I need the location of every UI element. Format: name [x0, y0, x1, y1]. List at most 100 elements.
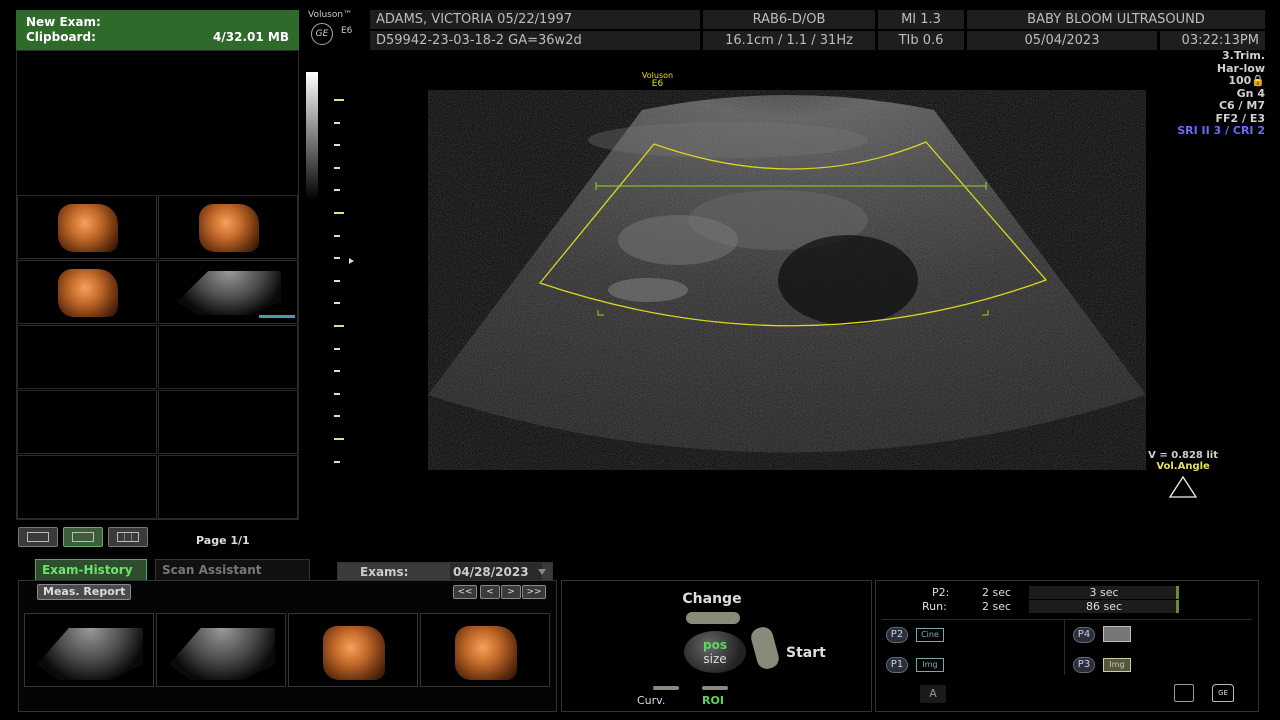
- page-indicator: Page 1/1: [196, 534, 250, 547]
- p4-badge: P4: [1073, 627, 1095, 643]
- depth-tick: [334, 370, 340, 373]
- patient-name: ADAMS, VICTORIA 05/22/1997: [370, 10, 700, 29]
- depth-tick: [334, 212, 344, 214]
- depth-info: 16.1cm / 1.1 / 31Hz: [703, 31, 875, 50]
- p2-cine-button[interactable]: Cine: [916, 628, 944, 642]
- curv-label: Curv.: [637, 694, 666, 707]
- printer-icon[interactable]: [1103, 626, 1131, 642]
- curv-key[interactable]: [653, 686, 679, 690]
- vol-angle-icon: [1168, 475, 1198, 498]
- clipboard-empty-slot: [158, 390, 298, 454]
- depth-tick: [334, 279, 340, 282]
- image-brand-label: Voluson E6: [630, 71, 685, 89]
- exam-time: 03:22:13PM: [1160, 31, 1265, 50]
- clipboard-empty-slot: [17, 455, 157, 519]
- exams-dropdown[interactable]: Exams: 04/28/2023: [337, 562, 553, 582]
- run-total: 86 sec: [1085, 600, 1123, 613]
- roi-label: ROI: [702, 694, 724, 707]
- amniotic-fluid: [778, 235, 918, 325]
- last-page-button[interactable]: >>: [522, 585, 546, 599]
- history-thumb[interactable]: [420, 613, 550, 687]
- history-thumb[interactable]: [24, 613, 154, 687]
- phone-icon[interactable]: GE: [1212, 684, 1234, 702]
- mi-index: MI 1.3: [878, 10, 964, 29]
- tib-index: TIb 0.6: [878, 31, 964, 50]
- history-thumb[interactable]: [156, 613, 286, 687]
- clipboard-thumb[interactable]: [17, 195, 157, 259]
- ultrasound-screen: New Exam: Clipboard: 4/32.01 MB Page 1/1…: [0, 0, 1280, 720]
- depth-tick: [334, 234, 340, 237]
- clipboard-empty-slot: [17, 390, 157, 454]
- change-label: Change: [682, 591, 742, 607]
- roi-key[interactable]: [702, 686, 728, 690]
- run-label: Run:: [922, 600, 947, 613]
- volume-info: V = 0.828 lit Vol.Angle: [1148, 450, 1218, 502]
- depth-tick: [334, 121, 340, 124]
- change-key[interactable]: [686, 612, 740, 624]
- p3-badge: P3: [1073, 657, 1095, 673]
- depth-tick: [334, 347, 340, 350]
- depth-tick: [334, 415, 340, 418]
- clipboard-thumb[interactable]: [158, 195, 298, 259]
- p2-time: 2 sec: [982, 586, 1012, 599]
- grayscale-bar: [306, 72, 318, 200]
- next-page-button[interactable]: >: [501, 585, 521, 599]
- volume-angle-label: Vol.Angle: [1156, 461, 1210, 472]
- depth-tick: [334, 460, 340, 463]
- start-label: Start: [786, 645, 826, 661]
- p2-total: 3 sec: [1089, 586, 1119, 599]
- meas-report-button[interactable]: Meas. Report: [37, 584, 132, 600]
- network-icon[interactable]: [1174, 684, 1194, 702]
- tab-exam-history[interactable]: Exam-History: [35, 559, 147, 581]
- exams-label: Exams:: [360, 565, 409, 579]
- logo-model: E6: [341, 26, 353, 36]
- touch-control-panel: Change pos size Start Curv. ROI: [561, 580, 872, 712]
- depth-tick: [334, 189, 340, 192]
- history-thumb[interactable]: [288, 613, 418, 687]
- a-key[interactable]: A: [920, 685, 946, 703]
- print-keys-panel: P2: Run: 2 sec 2 sec 3 sec 86 sec P2 Cin…: [875, 580, 1259, 712]
- p2-progress: 3 sec: [1029, 586, 1179, 599]
- logo-text: Voluson™: [308, 10, 353, 20]
- clipboard-thumb[interactable]: [17, 260, 157, 324]
- pos-label: pos: [703, 638, 727, 652]
- exams-date: 04/28/2023: [450, 563, 542, 581]
- fetal-structure: [618, 215, 738, 265]
- depth-tick: [334, 302, 340, 305]
- image-model: E6: [651, 79, 664, 89]
- first-page-button[interactable]: <<: [453, 585, 477, 599]
- p2-badge: P2: [886, 627, 908, 643]
- size-label: size: [703, 652, 727, 666]
- ultrasound-image[interactable]: [428, 90, 1146, 470]
- ge-icon: GE: [311, 23, 333, 45]
- depth-tick: [334, 438, 344, 440]
- run-progress: 86 sec: [1029, 600, 1179, 613]
- param-trimester: 3.Trim.: [1222, 49, 1265, 62]
- clipboard-thumb[interactable]: [158, 260, 298, 324]
- p3-img-button[interactable]: Img: [1103, 658, 1131, 672]
- clipboard-title-1: New Exam:: [26, 15, 101, 29]
- tab-scan-assistant[interactable]: Scan Assistant: [155, 559, 310, 581]
- exam-date: 05/04/2023: [967, 31, 1157, 50]
- param-cm: C6 / M7: [1218, 99, 1265, 112]
- imaging-params: 3.Trim. Har-low 100🔒 Gn 4 C6 / M7 FF2 / …: [1177, 49, 1265, 138]
- chevron-down-icon: [538, 569, 546, 575]
- clipboard-empty-slot: [158, 455, 298, 519]
- layout-1x1-button[interactable]: [18, 527, 58, 547]
- run-time: 2 sec: [982, 600, 1012, 613]
- exam-history-panel: Meas. Report: [18, 580, 557, 712]
- fetal-structure: [608, 278, 688, 302]
- layout-2x2-button[interactable]: [63, 527, 103, 547]
- start-key[interactable]: [748, 624, 782, 672]
- brand-logo: Voluson™ GE E6: [305, 10, 368, 48]
- prev-page-button[interactable]: <: [480, 585, 500, 599]
- depth-tick: [334, 144, 340, 147]
- exam-id: D59942-23-03-18-2 GA=36w2d: [370, 31, 700, 50]
- trackball[interactable]: pos size: [684, 631, 746, 673]
- layout-3x3-button[interactable]: [108, 527, 148, 547]
- volume-value: V = 0.828 lit: [1148, 450, 1218, 461]
- depth-tick: [334, 99, 344, 101]
- clipboard-size: 4/32.01 MB: [213, 30, 289, 44]
- clinic-name: BABY BLOOM ULTRASOUND: [967, 10, 1265, 29]
- p1-img-button[interactable]: Img: [916, 658, 944, 672]
